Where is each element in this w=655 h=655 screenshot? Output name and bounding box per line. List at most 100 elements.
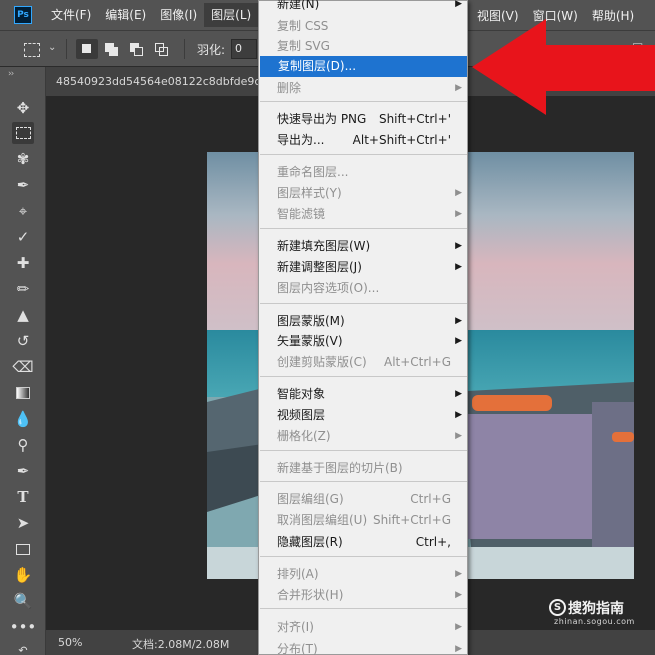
menu-item-label: 新建(N) bbox=[277, 0, 320, 11]
layer-menu-item[interactable]: 复制图层(D)... bbox=[260, 56, 467, 77]
menu-item-shortcut: Shift+Ctrl+G bbox=[372, 513, 451, 527]
menu-item-shortcut: Alt+Shift+Ctrl+' bbox=[352, 133, 451, 147]
healing-brush-tool-icon[interactable]: ✚ bbox=[12, 252, 34, 274]
layer-menu-item[interactable]: 图层内容选项(O)... bbox=[259, 278, 467, 299]
document-size: 文档:2.08M/2.08M bbox=[132, 638, 230, 651]
collapse-panel-icon[interactable]: ›› bbox=[8, 69, 14, 79]
add-to-selection-button[interactable] bbox=[101, 39, 123, 59]
layer-menu-item[interactable]: 快速导出为 PNG Shift+Ctrl+' bbox=[259, 109, 467, 130]
type-tool-icon[interactable]: T bbox=[12, 486, 34, 508]
hand-tool-icon[interactable]: ✋ bbox=[12, 564, 34, 586]
layer-menu-item[interactable]: 新建(N) ▶ bbox=[259, 0, 467, 15]
document-tab[interactable]: 48540923dd54564e08122c8dbfde9c bbox=[46, 67, 258, 96]
marquee-tool-icon[interactable] bbox=[12, 122, 34, 144]
menu-item-label: 新建调整图层(J) bbox=[277, 260, 362, 274]
rectangle-tool-icon[interactable] bbox=[12, 538, 34, 560]
menu-item-label: 智能滤镜 bbox=[277, 207, 326, 221]
menu-separator bbox=[260, 481, 467, 482]
history-brush-tool-icon[interactable]: ↺ bbox=[12, 330, 34, 352]
menu-item-label: 创建剪贴蒙版(C) bbox=[277, 355, 367, 369]
menu-item-label: 对齐(I) bbox=[277, 620, 314, 634]
feather-label: 羽化: bbox=[197, 43, 226, 57]
subtract-from-selection-button[interactable] bbox=[126, 39, 148, 59]
layer-menu-item[interactable]: 导出为... Alt+Shift+Ctrl+' bbox=[259, 130, 467, 151]
layer-menu-item[interactable]: 视频图层 ▶ bbox=[259, 405, 467, 426]
menu-separator bbox=[260, 450, 467, 451]
dodge-tool-icon[interactable]: ⚲ bbox=[12, 434, 34, 456]
menu-item-label: 新建填充图层(W) bbox=[277, 239, 371, 253]
move-tool-icon[interactable]: ✥ bbox=[12, 97, 34, 119]
zoom-tool-icon[interactable]: 🔍 bbox=[12, 590, 34, 612]
submenu-arrow-icon: ▶ bbox=[455, 431, 462, 441]
layer-menu-item[interactable]: 分布(T) ▶ bbox=[259, 639, 467, 655]
brush-tool-icon[interactable]: ✏ bbox=[12, 278, 34, 300]
intersect-selection-button[interactable] bbox=[151, 39, 173, 59]
red-arrow-icon bbox=[472, 19, 655, 115]
menu-file[interactable]: 文件(F) bbox=[44, 3, 98, 27]
sogou-logo-icon: S bbox=[549, 599, 566, 616]
eyedropper-tool-icon[interactable]: ✓ bbox=[12, 226, 34, 248]
layer-menu-item[interactable]: 重命名图层... bbox=[259, 162, 467, 183]
layer-menu-item[interactable]: 图层样式(Y) ▶ bbox=[259, 183, 467, 204]
submenu-arrow-icon: ▶ bbox=[455, 336, 462, 346]
menu-separator bbox=[260, 376, 467, 377]
layer-menu-item[interactable]: 复制 SVG bbox=[259, 36, 467, 57]
layer-menu-item[interactable]: 对齐(I) ▶ bbox=[259, 617, 467, 638]
layer-menu-item[interactable]: 隐藏图层(R) Ctrl+, bbox=[259, 532, 467, 553]
tools-panel: ›› ✥ ✾ ✒ ⌖ ✓ ✚ ✏ ▲ ↺ ⌫ 💧 ⚲ ✒ T ➤ ✋ 🔍 •••… bbox=[0, 67, 46, 655]
path-selection-tool-icon[interactable]: ➤ bbox=[12, 512, 34, 534]
quick-selection-tool-icon[interactable]: ✒ bbox=[12, 174, 34, 196]
layer-menu-item[interactable]: 取消图层编组(U) Shift+Ctrl+G bbox=[259, 510, 467, 531]
layer-menu-item[interactable]: 排列(A) ▶ bbox=[259, 564, 467, 585]
new-selection-button[interactable] bbox=[76, 39, 98, 59]
layer-menu-item[interactable]: 新建基于图层的切片(B) bbox=[259, 458, 467, 479]
layer-menu-item[interactable]: 复制 CSS bbox=[259, 16, 467, 37]
layer-menu-item[interactable]: 矢量蒙版(V) ▶ bbox=[259, 331, 467, 352]
chevron-down-icon[interactable]: ⌄ bbox=[48, 42, 56, 60]
menu-layer[interactable]: 图层(L) bbox=[204, 3, 259, 27]
submenu-arrow-icon: ▶ bbox=[455, 410, 462, 420]
menu-item-label: 删除 bbox=[277, 81, 302, 95]
layer-menu-item[interactable]: 删除 ▶ bbox=[259, 78, 467, 99]
zoom-level[interactable]: 50% bbox=[58, 636, 82, 649]
divider bbox=[66, 39, 67, 59]
swap-colors-icon[interactable]: ↶ bbox=[12, 639, 34, 655]
menu-item-label: 合并形状(H) bbox=[277, 588, 344, 602]
blur-tool-icon[interactable]: 💧 bbox=[12, 408, 34, 430]
layer-menu-item[interactable]: 智能滤镜 ▶ bbox=[259, 204, 467, 225]
layer-menu-item[interactable]: 图层编组(G) Ctrl+G bbox=[259, 489, 467, 510]
gradient-tool-icon[interactable] bbox=[12, 382, 34, 404]
layer-menu-item[interactable]: 图层蒙版(M) ▶ bbox=[259, 311, 467, 332]
eraser-tool-icon[interactable]: ⌫ bbox=[12, 356, 34, 378]
submenu-arrow-icon: ▶ bbox=[455, 569, 462, 579]
menu-item-label: 隐藏图层(R) bbox=[277, 535, 343, 549]
layer-menu-item[interactable]: 新建填充图层(W) ▶ bbox=[259, 236, 467, 257]
layer-menu-item[interactable]: 栅格化(Z) ▶ bbox=[259, 426, 467, 447]
layer-menu-item[interactable]: 智能对象 ▶ bbox=[259, 384, 467, 405]
layer-menu-item[interactable]: 创建剪贴蒙版(C) Alt+Ctrl+G bbox=[259, 352, 467, 373]
more-tools-icon[interactable]: ••• bbox=[10, 616, 37, 638]
crop-tool-icon[interactable]: ⌖ bbox=[12, 200, 34, 222]
feather-input[interactable]: 0 像素 bbox=[231, 39, 257, 59]
submenu-arrow-icon: ▶ bbox=[455, 188, 462, 198]
menu-separator bbox=[260, 303, 467, 304]
menu-item-shortcut: Shift+Ctrl+' bbox=[378, 112, 451, 126]
lasso-tool-icon[interactable]: ✾ bbox=[12, 148, 34, 170]
layer-menu-item[interactable]: 新建调整图层(J) ▶ bbox=[259, 257, 467, 278]
menu-item-label: 栅格化(Z) bbox=[277, 429, 331, 443]
submenu-arrow-icon: ▶ bbox=[455, 83, 462, 93]
menu-edit[interactable]: 编辑(E) bbox=[98, 3, 153, 27]
clone-stamp-tool-icon[interactable]: ▲ bbox=[12, 304, 34, 326]
menu-separator bbox=[260, 154, 467, 155]
menu-item-label: 排列(A) bbox=[277, 567, 319, 581]
menu-item-shortcut: Ctrl+G bbox=[410, 492, 451, 506]
pen-tool-icon[interactable]: ✒ bbox=[12, 460, 34, 482]
submenu-arrow-icon: ▶ bbox=[455, 0, 462, 9]
photoshop-logo-icon: Ps bbox=[14, 6, 32, 24]
watermark: S 搜狗指南 zhinan.sogou.com bbox=[546, 598, 646, 628]
menu-item-label: 图层蒙版(M) bbox=[277, 314, 345, 328]
menu-separator bbox=[260, 608, 467, 609]
rectangular-marquee-icon[interactable] bbox=[24, 43, 40, 57]
layer-menu-item[interactable]: 合并形状(H) ▶ bbox=[259, 585, 467, 606]
menu-image[interactable]: 图像(I) bbox=[153, 3, 204, 27]
